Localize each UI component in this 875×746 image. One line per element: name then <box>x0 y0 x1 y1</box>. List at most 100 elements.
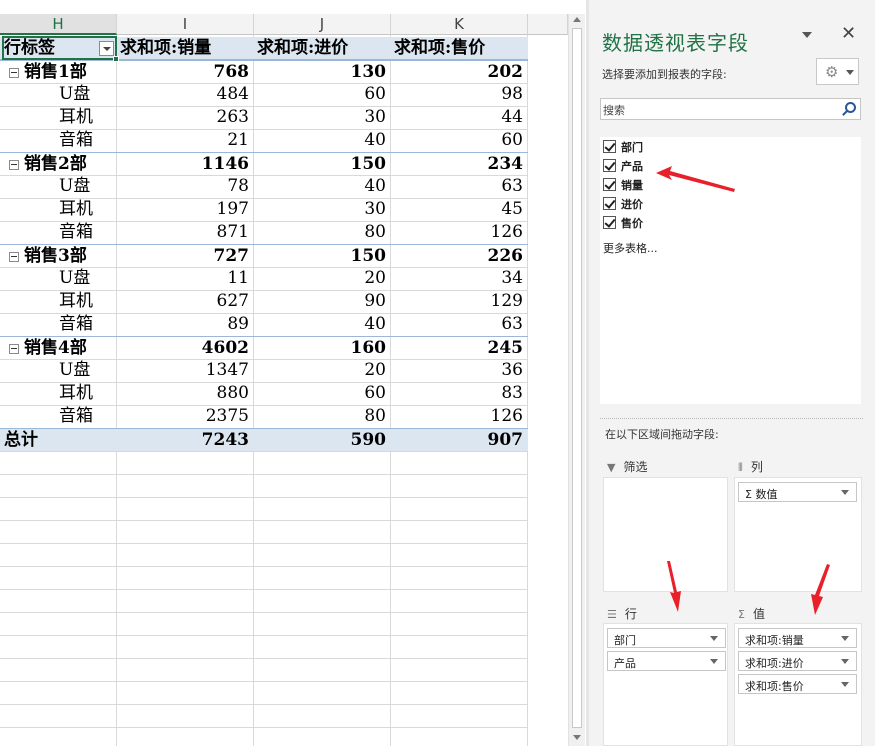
value-cell[interactable]: 20 <box>254 267 386 290</box>
rows-field-product[interactable]: 产品 <box>607 651 726 671</box>
pivot-group-row[interactable]: 销售2部 1146 150 234 <box>0 152 528 175</box>
pivot-item-row[interactable]: 耳机 263 30 44 <box>0 106 528 129</box>
scroll-up-icon[interactable] <box>573 17 581 22</box>
columns-drop-zone[interactable]: Σ 数值 <box>734 477 862 592</box>
pivot-item-row[interactable]: U盘 78 40 63 <box>0 175 528 198</box>
values-drop-zone[interactable]: 求和项:销量 求和项:进价 求和项:售价 <box>734 623 862 746</box>
pivot-item-row[interactable]: 音箱 89 40 63 <box>0 313 528 336</box>
row-label-cell[interactable]: 销售2部 <box>4 153 114 176</box>
value-cell[interactable]: 80 <box>254 221 386 244</box>
value-cell[interactable]: 1347 <box>117 359 249 382</box>
value-cell[interactable]: 234 <box>391 153 524 176</box>
value-header-sales[interactable]: 求和项:销量 <box>117 37 249 60</box>
value-cell[interactable]: 1146 <box>117 153 249 176</box>
value-cell[interactable]: 627 <box>117 290 249 313</box>
value-cell[interactable]: 484 <box>117 83 249 106</box>
field-checkbox[interactable] <box>603 159 616 172</box>
vertical-scrollbar[interactable] <box>568 14 585 746</box>
column-header-k[interactable]: K <box>391 14 528 35</box>
value-cell[interactable]: 21 <box>117 129 249 152</box>
pivot-item-row[interactable]: U盘 1347 20 36 <box>0 359 528 382</box>
pivot-item-row[interactable]: 音箱 871 80 126 <box>0 221 528 244</box>
column-header-h[interactable]: H <box>0 14 117 35</box>
column-header-i[interactable]: I <box>117 14 254 35</box>
row-label-cell[interactable]: 销售4部 <box>4 337 114 360</box>
value-cell[interactable]: 63 <box>391 175 523 198</box>
pane-options-chevron-icon[interactable] <box>802 32 812 38</box>
row-label-cell[interactable]: 耳机 <box>4 198 114 221</box>
value-cell[interactable]: 40 <box>254 313 386 336</box>
value-cell[interactable]: 83 <box>391 382 523 405</box>
value-cell[interactable]: 130 <box>254 61 387 84</box>
value-cell[interactable]: 44 <box>391 106 523 129</box>
chevron-down-icon[interactable] <box>841 636 849 641</box>
value-header-price[interactable]: 求和项:售价 <box>391 37 523 60</box>
rows-drop-zone[interactable]: 部门 产品 <box>603 623 728 746</box>
field-checkbox[interactable] <box>603 216 616 229</box>
value-cell[interactable]: 89 <box>117 313 249 336</box>
value-cell[interactable]: 36 <box>391 359 523 382</box>
row-label-cell[interactable]: 音箱 <box>4 313 114 336</box>
value-cell[interactable]: 4602 <box>117 337 249 360</box>
value-cell[interactable]: 90 <box>254 290 386 313</box>
value-cell[interactable]: 126 <box>391 221 523 244</box>
field-checkbox[interactable] <box>603 140 616 153</box>
value-cell[interactable]: 245 <box>391 337 524 360</box>
columns-field-values[interactable]: Σ 数值 <box>738 482 857 502</box>
row-label-cell[interactable]: U盘 <box>4 359 114 382</box>
field-checkbox[interactable] <box>603 178 616 191</box>
value-cell[interactable]: 160 <box>254 337 387 360</box>
scroll-down-icon[interactable] <box>573 735 581 740</box>
pivot-item-row[interactable]: 耳机 197 30 45 <box>0 198 528 221</box>
value-cell[interactable]: 20 <box>254 359 386 382</box>
field-search-input[interactable]: 搜索 <box>600 98 861 120</box>
rows-field-department[interactable]: 部门 <box>607 628 726 648</box>
pivot-item-row[interactable]: 音箱 2375 80 126 <box>0 405 528 428</box>
value-cell[interactable]: 126 <box>391 405 523 428</box>
value-cell[interactable]: 45 <box>391 198 523 221</box>
row-label-cell[interactable]: U盘 <box>4 175 114 198</box>
chevron-down-icon[interactable] <box>841 490 849 495</box>
chevron-down-icon[interactable] <box>841 659 849 664</box>
value-cell[interactable]: 129 <box>391 290 523 313</box>
field-checkbox[interactable] <box>603 197 616 210</box>
value-cell[interactable]: 60 <box>254 83 386 106</box>
value-cell[interactable]: 768 <box>117 61 250 84</box>
value-cell[interactable]: 263 <box>117 106 249 129</box>
pivot-item-row[interactable]: U盘 11 20 34 <box>0 267 528 290</box>
value-cell[interactable]: 226 <box>391 245 524 268</box>
tools-button[interactable]: ⚙ <box>816 58 859 85</box>
row-label-cell[interactable]: 音箱 <box>4 129 114 152</box>
value-cell[interactable]: 34 <box>391 267 523 290</box>
row-label-cell[interactable]: 销售1部 <box>4 61 114 84</box>
value-cell[interactable]: 78 <box>117 175 249 198</box>
row-label-cell[interactable]: 销售3部 <box>4 245 114 268</box>
value-cell[interactable]: 150 <box>254 153 387 176</box>
pivot-item-row[interactable]: U盘 484 60 98 <box>0 83 528 106</box>
pivot-group-row[interactable]: 销售4部 4602 160 245 <box>0 336 528 359</box>
spreadsheet-grid[interactable]: H I J K 行标签 求和项:销量 求和项:进价 求和项:售价 销售1部 768… <box>0 0 568 746</box>
values-field-sales[interactable]: 求和项:销量 <box>738 628 857 648</box>
row-label-cell[interactable]: 音箱 <box>4 221 114 244</box>
fill-handle[interactable] <box>113 56 119 62</box>
value-cell[interactable]: 98 <box>391 83 523 106</box>
value-cell[interactable]: 40 <box>254 175 386 198</box>
value-cell[interactable]: 63 <box>391 313 523 336</box>
value-cell[interactable]: 30 <box>254 198 386 221</box>
value-cell[interactable]: 60 <box>391 129 523 152</box>
value-cell[interactable]: 197 <box>117 198 249 221</box>
values-field-cost[interactable]: 求和项:进价 <box>738 651 857 671</box>
value-cell[interactable]: 2375 <box>117 405 249 428</box>
grand-total-row[interactable]: 总计 7243 590 907 <box>0 428 528 451</box>
value-header-cost[interactable]: 求和项:进价 <box>254 37 386 60</box>
value-cell[interactable]: 60 <box>254 382 386 405</box>
value-cell[interactable]: 727 <box>117 245 250 268</box>
row-label-cell[interactable]: U盘 <box>4 83 114 106</box>
value-cell[interactable]: 871 <box>117 221 249 244</box>
chevron-down-icon[interactable] <box>710 636 718 641</box>
search-icon[interactable] <box>845 102 856 113</box>
close-icon[interactable]: ✕ <box>841 24 856 44</box>
column-header-j[interactable]: J <box>254 14 391 35</box>
row-label-cell[interactable]: 耳机 <box>4 290 114 313</box>
value-cell[interactable]: 880 <box>117 382 249 405</box>
